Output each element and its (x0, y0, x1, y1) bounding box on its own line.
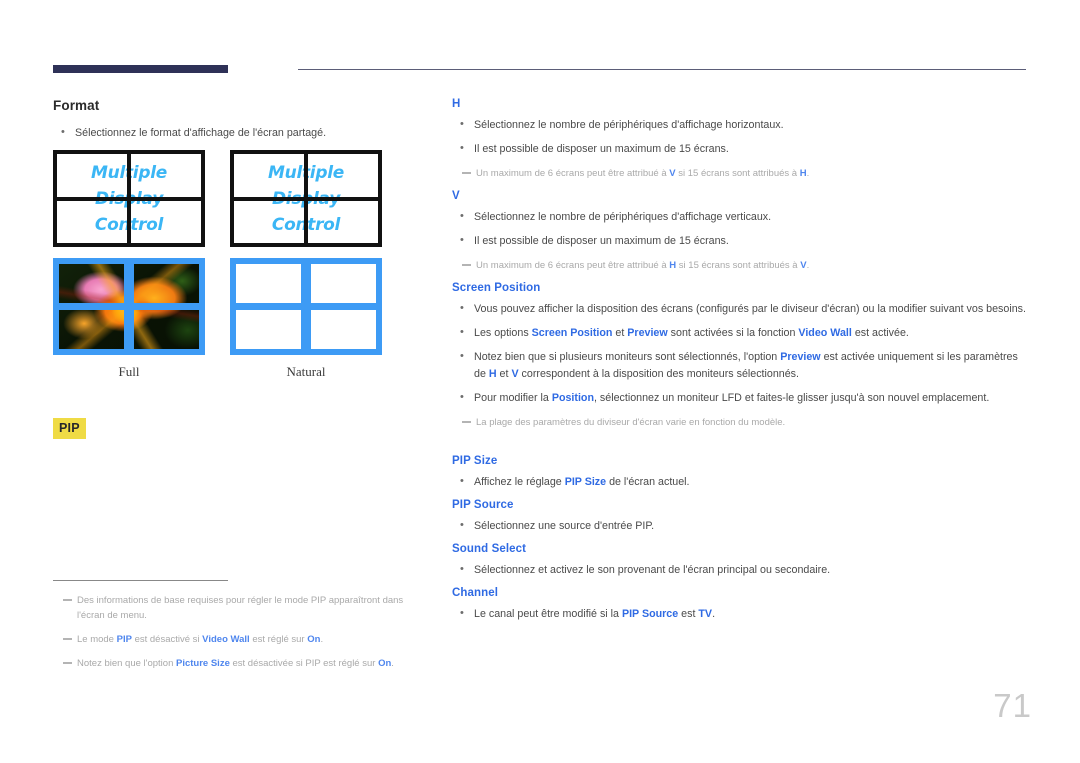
inline-em-video-wall-2: Video Wall (798, 327, 852, 339)
inline-em-preview: Preview (627, 327, 668, 339)
footnote-1-text: Des informations de base requises pour r… (77, 595, 404, 621)
group-pip-size: PIP Size Affichez le réglage PIP Size de… (452, 455, 1030, 491)
inline-em-pip: PIP (116, 634, 132, 645)
group-sound-select: Sound Select Sélectionnez et activez le … (452, 543, 1030, 579)
heading-pip-source: PIP Source (452, 499, 514, 511)
natural-wall-empty-tile (230, 258, 382, 355)
header-thin-line (298, 69, 1026, 70)
caption-full: Full (118, 364, 140, 379)
caption-natural: Natural (286, 364, 326, 379)
inline-em-pip-source: PIP Source (621, 608, 679, 620)
heading-pip-size: PIP Size (452, 455, 498, 467)
bezel-horizontal-line (53, 196, 205, 201)
list-item: Le canal peut être modifié si la PIP Sou… (452, 605, 1030, 623)
list-item: Sélectionnez le nombre de périphériques … (452, 116, 1030, 134)
right-column-pip: PIP Size Affichez le réglage PIP Size de… (452, 455, 1030, 631)
list-item: Sélectionnez le format d'affichage de l'… (53, 124, 433, 142)
group-v: V Sélectionnez le nombre de périphérique… (452, 190, 1030, 273)
v-bullets: Sélectionnez le nombre de périphériques … (452, 208, 1030, 250)
inline-em-v: V (669, 168, 676, 179)
group-channel: Channel Le canal peut être modifié si la… (452, 587, 1030, 623)
empty-cell-bottom-left (236, 310, 301, 349)
footnote-1: Des informations de base requises pour r… (53, 593, 433, 623)
h-bullets: Sélectionnez le nombre de périphériques … (452, 116, 1030, 158)
left-footnotes: Des informations de base requises pour r… (53, 580, 433, 680)
inline-em-h-3: H (488, 368, 497, 380)
pip-badge: PIP (53, 418, 86, 439)
v-note: Un maximum de 6 écrans peut être attribu… (452, 258, 1030, 273)
empty-cell-top-right (311, 264, 376, 303)
inline-em-pip-size: PIP Size (564, 476, 607, 488)
footnote-3: Notez bien que l'option Picture Size est… (53, 656, 433, 671)
manual-page: Format Sélectionnez le format d'affichag… (0, 0, 1080, 763)
list-item: Affichez le réglage PIP Size de l'écran … (452, 473, 1030, 491)
list-item: Il est possible de disposer un maximum d… (452, 232, 1030, 250)
list-item: Il est possible de disposer un maximum d… (452, 140, 1030, 158)
group-h: H Sélectionnez le nombre de périphérique… (452, 98, 1030, 181)
inline-em-position: Position (551, 392, 594, 404)
footnote-separator (53, 580, 228, 581)
footnote-2: Le mode PIP est désactivé si Video Wall … (53, 632, 433, 647)
photo-cell-top-left (59, 264, 124, 303)
inline-em-preview-2: Preview (780, 351, 821, 363)
left-column: Format Sélectionnez le format d'affichag… (53, 98, 433, 150)
format-bullets: Sélectionnez le format d'affichage de l'… (53, 124, 433, 142)
header-bar (53, 65, 228, 73)
screen-position-bullets: Vous pouvez afficher la disposition des … (452, 300, 1030, 407)
right-column: H Sélectionnez le nombre de périphérique… (452, 98, 1030, 441)
pip-source-bullets: Sélectionnez une source d'entrée PIP. (452, 517, 1030, 535)
inline-em-picture-size: Picture Size (176, 658, 230, 669)
inline-em-h: H (799, 168, 807, 179)
inline-em-on-2: On (378, 658, 392, 669)
empty-cell-bottom-right (311, 310, 376, 349)
full-wall-black-tile: Multiple Display Control (53, 150, 205, 247)
sound-select-bullets: Sélectionnez et activez le son provenant… (452, 561, 1030, 579)
heading-screen-position: Screen Position (452, 282, 541, 294)
photo-cell-top-right (134, 264, 199, 303)
list-item: Sélectionnez le nombre de périphériques … (452, 208, 1030, 226)
list-item: Sélectionnez une source d'entrée PIP. (452, 517, 1030, 535)
screen-position-note-text: La plage des paramètres du diviseur d'éc… (476, 417, 786, 428)
list-item: Notez bien que si plusieurs moniteurs so… (452, 348, 1030, 383)
channel-bullets: Le canal peut être modifié si la PIP Sou… (452, 605, 1030, 623)
inline-em-v-2: V (800, 260, 807, 271)
natural-wall-black-tile: Multiple Display Control (230, 150, 382, 247)
list-item: Pour modifier la Position, sélectionnez … (452, 389, 1030, 407)
inline-em-h-2: H (669, 260, 677, 271)
heading-v: V (452, 190, 460, 202)
inline-em-on: On (307, 634, 321, 645)
h-note: Un maximum de 6 écrans peut être attribu… (452, 166, 1030, 181)
screen-position-note: La plage des paramètres du diviseur d'éc… (452, 415, 1030, 430)
heading-sound-select: Sound Select (452, 543, 527, 555)
photo-cell-bottom-right (134, 310, 199, 349)
page-number: 71 (993, 687, 1032, 724)
group-pip-source: PIP Source Sélectionnez une source d'ent… (452, 499, 1030, 535)
inline-em-video-wall: Video Wall (202, 634, 250, 645)
inline-em-tv: TV (698, 608, 713, 620)
list-item: Les options Screen Position et Preview s… (452, 324, 1030, 342)
empty-cell-top-left (236, 264, 301, 303)
inline-em-v-3: V (511, 368, 519, 380)
photo-cell-bottom-left (59, 310, 124, 349)
list-item: Sélectionnez et activez le son provenant… (452, 561, 1030, 579)
pip-size-bullets: Affichez le réglage PIP Size de l'écran … (452, 473, 1030, 491)
full-wall-photo-tile (53, 258, 205, 355)
heading-h: H (452, 98, 461, 110)
heading-channel: Channel (452, 587, 499, 599)
flower-photo (59, 264, 199, 349)
group-screen-position: Screen Position Vous pouvez afficher la … (452, 282, 1030, 430)
header-rule (53, 65, 1026, 75)
list-item: Vous pouvez afficher la disposition des … (452, 300, 1030, 318)
format-heading: Format (53, 98, 100, 113)
bezel-horizontal-line (230, 196, 382, 201)
inline-em-screen-position: Screen Position (531, 327, 613, 339)
